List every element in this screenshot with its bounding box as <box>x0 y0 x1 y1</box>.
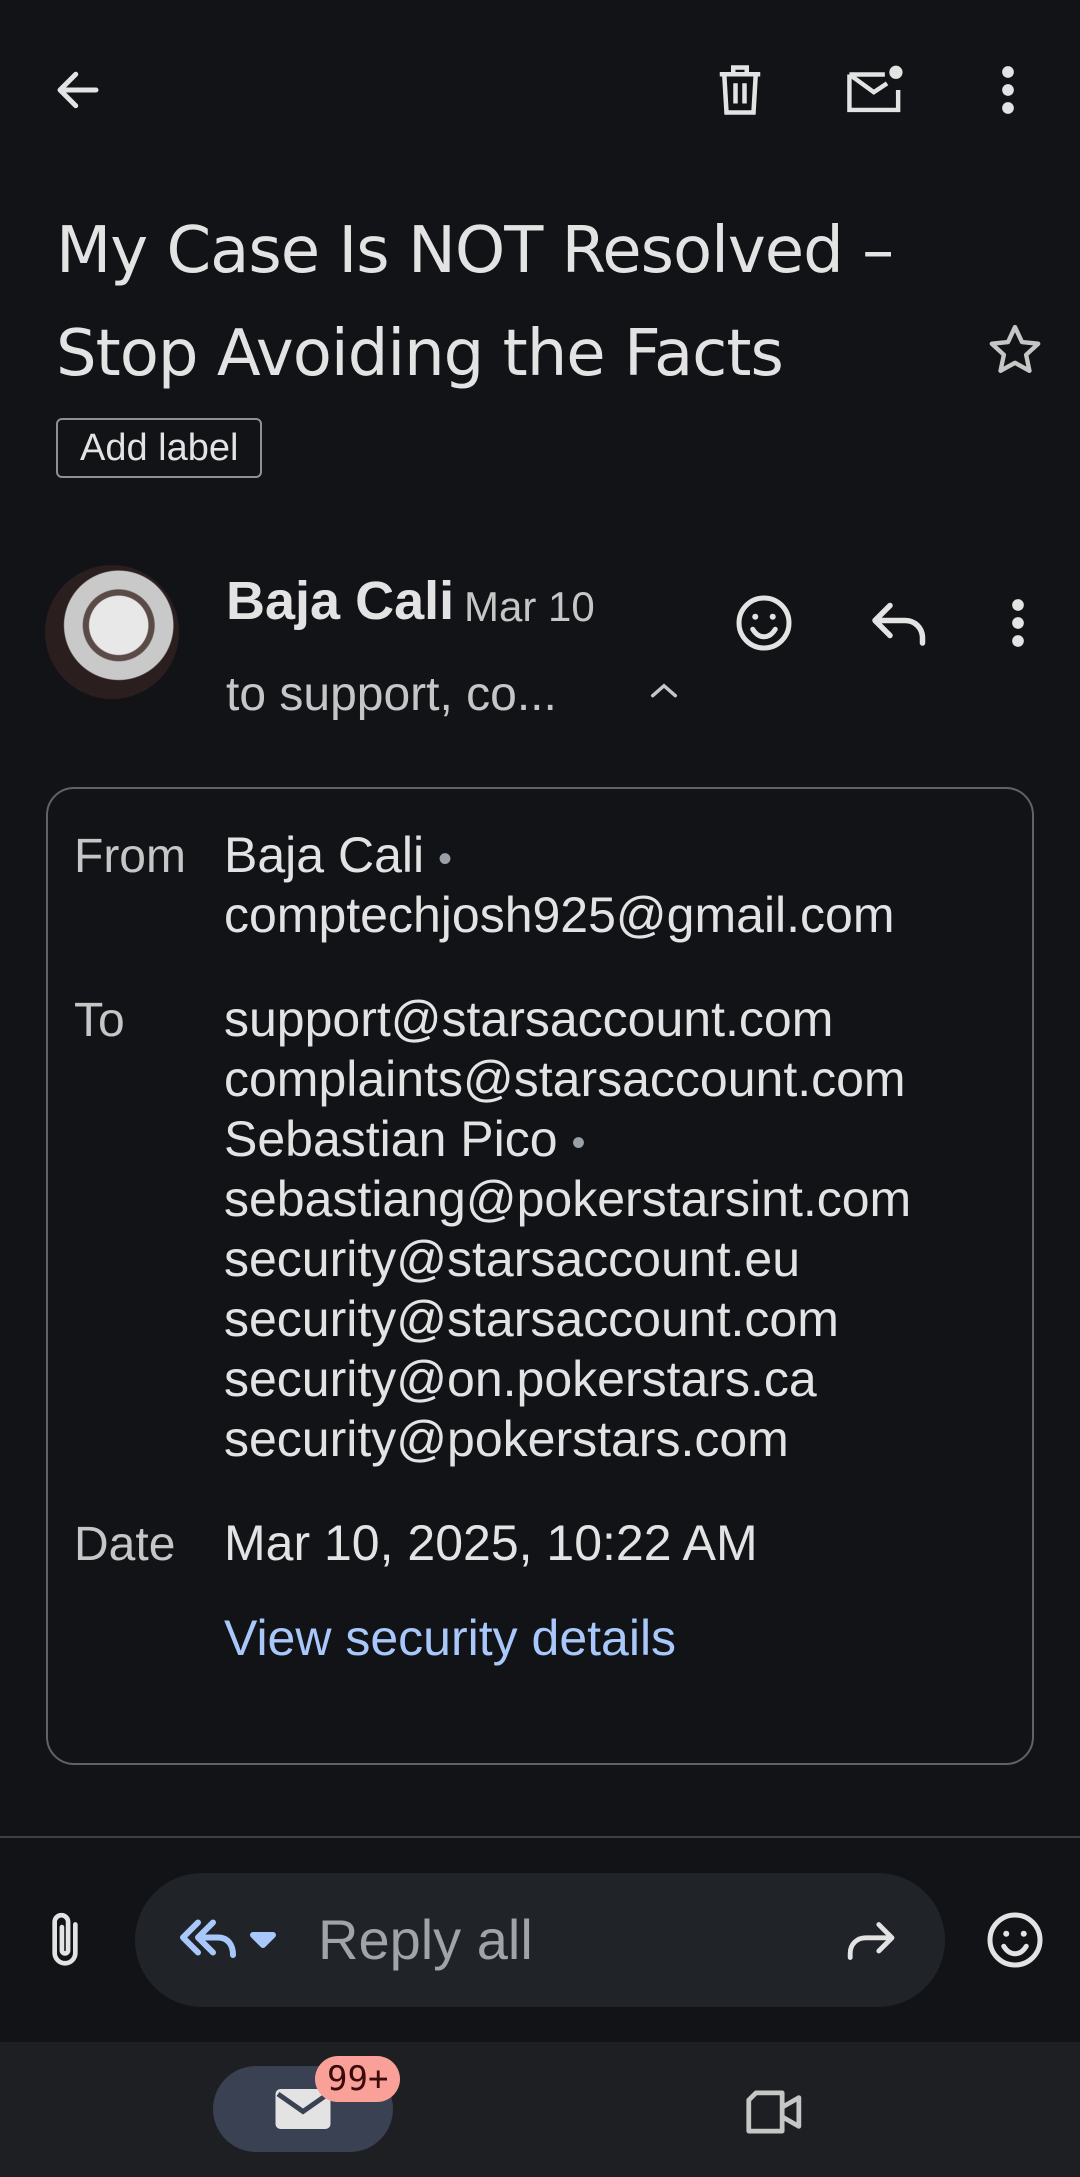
divider <box>0 1836 1080 1838</box>
chevron-up-icon[interactable] <box>634 660 694 720</box>
top-app-bar <box>0 40 1080 140</box>
mark-unread-icon[interactable] <box>826 40 926 140</box>
from-name: Baja Cali • <box>224 825 452 889</box>
to-contact-name: Sebastian Pico • <box>224 1109 585 1173</box>
to-address: security@pokerstars.com <box>224 1411 789 1467</box>
email-subject: My Case Is NOT Resolved – Stop Avoiding … <box>56 214 894 391</box>
attachment-icon[interactable] <box>20 1890 110 1990</box>
reply-icon[interactable] <box>850 573 950 673</box>
recipients-summary[interactable]: to support, co... <box>226 667 557 722</box>
reply-placeholder: Reply all <box>318 1908 533 1971</box>
to-address: sebastiang@pokerstarsint.com <box>224 1171 912 1227</box>
to-address: support@starsaccount.com <box>224 991 834 1047</box>
email-screen: My Case Is NOT Resolved – Stop Avoiding … <box>0 0 1080 2177</box>
from-email: comptechjosh925@gmail.com <box>224 887 895 943</box>
add-label-button[interactable]: Add label <box>56 418 263 478</box>
emoji-icon[interactable] <box>965 1890 1065 1990</box>
from-label: From <box>74 830 186 883</box>
to-address: security@starsaccount.eu <box>224 1231 801 1287</box>
emoji-reaction-icon[interactable] <box>714 573 814 673</box>
more-vert-icon[interactable] <box>968 573 1068 673</box>
from-name-text: Baja Cali <box>224 827 425 883</box>
star-icon[interactable] <box>965 300 1065 400</box>
to-address: complaints@starsaccount.com <box>224 1051 906 1107</box>
separator-dot: • <box>571 1121 586 1165</box>
reply-all-input[interactable]: Reply all <box>135 1873 945 2007</box>
unread-count-badge: 99+ <box>315 2056 401 2102</box>
bottom-navigation: 99+ <box>0 2042 1080 2177</box>
meet-video-icon[interactable] <box>730 2072 820 2152</box>
date-label: Date <box>74 1518 176 1571</box>
date-full: Mar 10, 2025, 10:22 AM <box>224 1515 758 1571</box>
sender-name: Baja Cali <box>226 571 455 631</box>
more-vert-icon[interactable] <box>958 40 1058 140</box>
email-details-card: From Baja Cali • comptechjosh925@gmail.c… <box>46 787 1034 1765</box>
to-label: To <box>74 994 125 1047</box>
to-contact-name-text: Sebastian Pico <box>224 1111 558 1167</box>
view-security-details-link[interactable]: View security details <box>224 1609 676 1667</box>
delete-icon[interactable] <box>690 40 790 140</box>
reply-all-icon[interactable] <box>173 1903 293 1977</box>
to-address: security@starsaccount.com <box>224 1291 839 1347</box>
email-date: Mar 10 <box>464 583 595 630</box>
separator-dot: • <box>438 837 453 881</box>
avatar[interactable] <box>45 565 179 699</box>
to-address: security@on.pokerstars.ca <box>224 1351 817 1407</box>
forward-icon[interactable] <box>825 1895 915 1985</box>
back-arrow-icon[interactable] <box>28 40 128 140</box>
